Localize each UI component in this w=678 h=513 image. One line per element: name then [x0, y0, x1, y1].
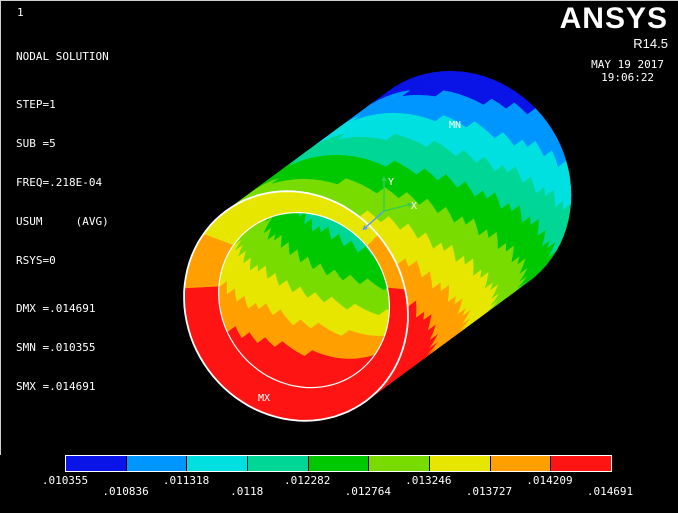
triad-x-label: X — [411, 201, 417, 212]
legend-segment — [369, 456, 431, 471]
legend-segment — [308, 456, 370, 471]
legend-value: .013246 — [405, 474, 452, 487]
legend-value: .011318 — [162, 474, 210, 487]
solution-info-sub: SUB =5 — [16, 137, 56, 150]
legend-segment — [187, 456, 249, 471]
solution-info-dmx: DMX =.014691 — [16, 302, 96, 315]
date-text: MAY 19 2017 — [591, 58, 664, 71]
legend-segment — [66, 456, 127, 471]
min-node-label: MN — [449, 120, 462, 131]
solution-info-freq: FREQ=.218E-04 — [16, 176, 103, 189]
legend-segment — [248, 456, 309, 471]
legend-segment — [551, 456, 612, 471]
legend-value: .012764 — [344, 485, 391, 498]
contour-legend-bar — [65, 455, 612, 472]
ansys-release: R14.5 — [633, 36, 668, 51]
legend-segment — [126, 456, 188, 471]
legend-value: .010355 — [41, 474, 89, 487]
solution-info-usum: USUM (AVG) — [16, 215, 109, 228]
solution-info-smn: SMN =.010355 — [16, 341, 96, 354]
solution-info-step: STEP=1 — [16, 98, 56, 111]
time-text: 19:06:22 — [601, 71, 655, 84]
max-node-label: MX — [258, 393, 271, 404]
contour-legend-labels: .010355 .010836 .011318 .0118 .012282 .012764… — [42, 474, 633, 500]
window-frame-left — [0, 0, 1, 455]
solution-info: NODAL SOLUTION STEP=1 SUB =5 FREQ=.218E-… — [16, 24, 109, 406]
solution-info-smx: SMX =.014691 — [16, 380, 96, 393]
legend-value: .010836 — [102, 485, 149, 498]
window-frame-top — [0, 0, 678, 1]
solution-info-rsys: RSYS=0 — [16, 254, 56, 267]
legend-segment — [430, 456, 491, 471]
datetime-block: MAY 19 2017 19:06:22 — [591, 58, 664, 84]
ansys-logo: ANSYS — [559, 2, 668, 35]
solution-info-title: NODAL SOLUTION — [16, 50, 109, 63]
legend-value: .014209 — [526, 474, 573, 487]
ansys-graphics-window: { "window": { "plot_number": "1" }, "sol… — [0, 0, 678, 513]
legend-value: .012282 — [284, 474, 331, 487]
legend-value: .0118 — [230, 485, 264, 498]
legend-segment — [490, 456, 552, 471]
legend-value: .014691 — [586, 485, 634, 498]
triad-y-label: Y — [388, 177, 394, 188]
plot-number: 1 — [17, 6, 24, 19]
brand-block: ANSYS R14.5 — [559, 2, 668, 52]
legend-value: .013727 — [465, 485, 513, 498]
